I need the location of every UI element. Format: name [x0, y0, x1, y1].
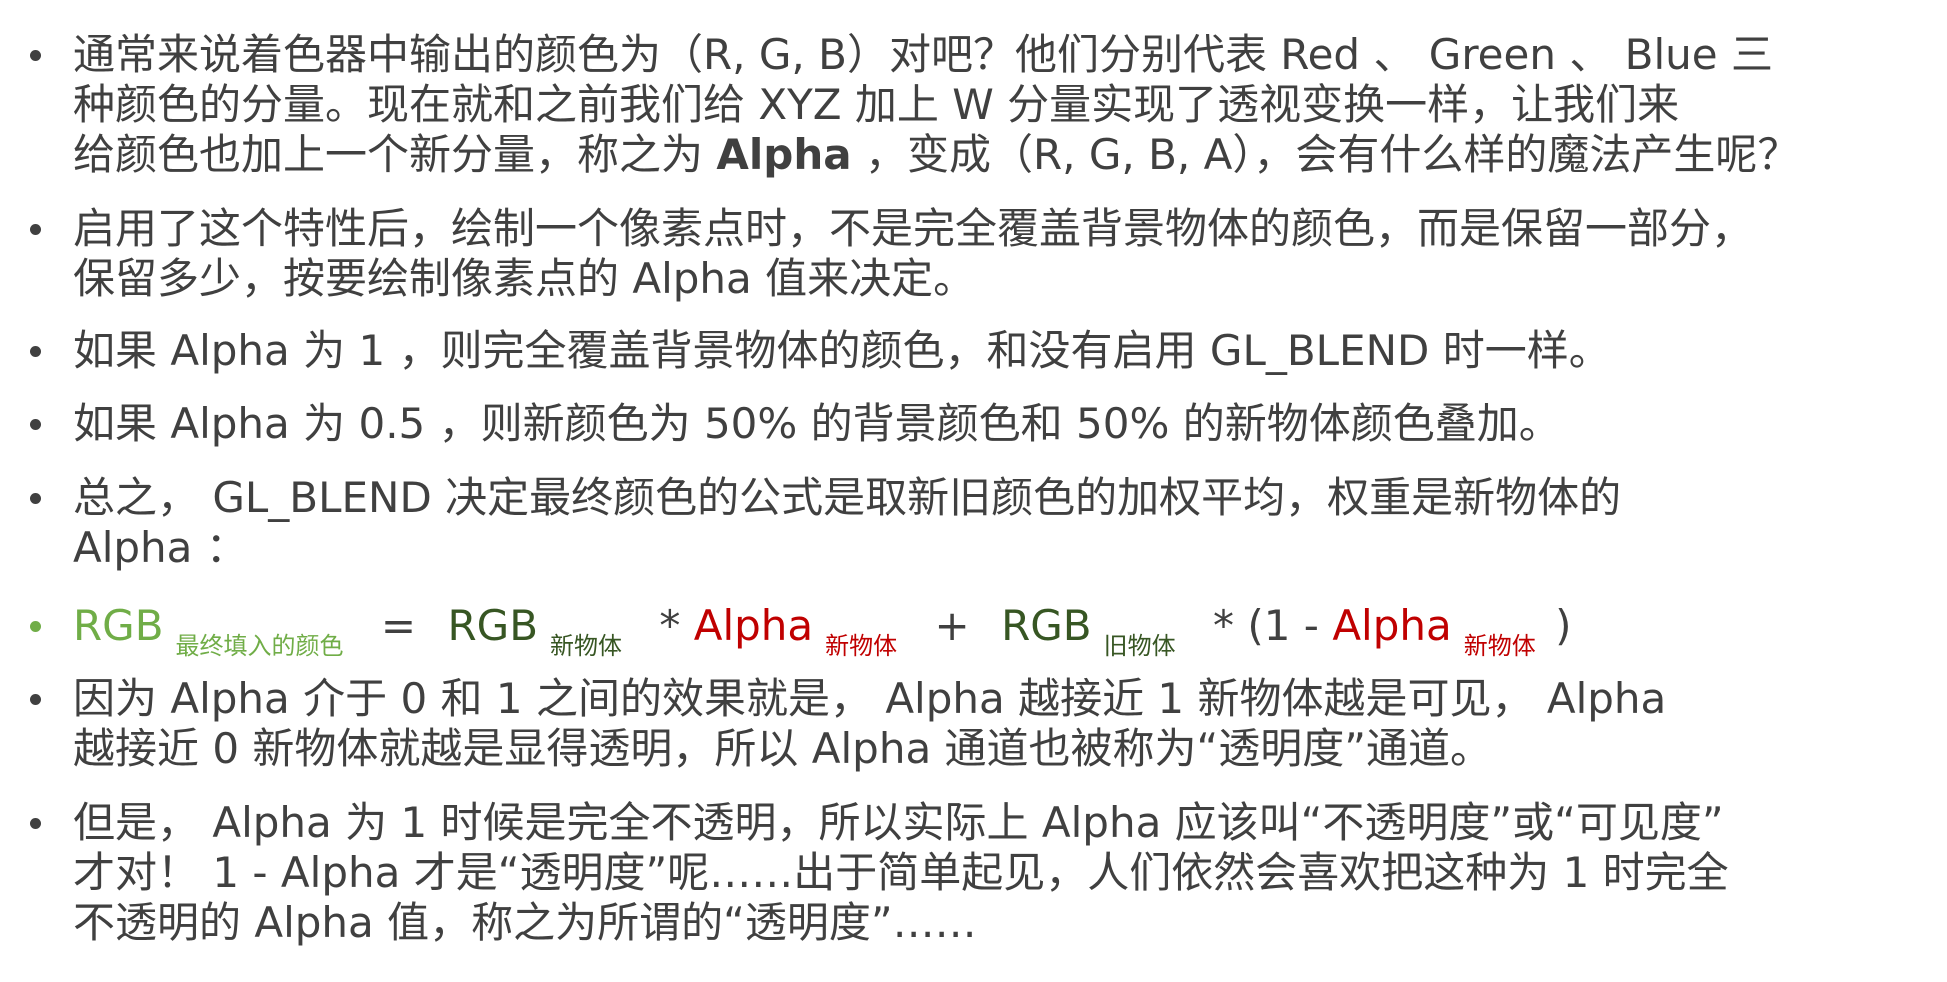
formula-equals: =	[380, 601, 417, 650]
formula-rgb-old: RGB	[1001, 601, 1092, 650]
bullet-dot-icon	[30, 224, 41, 235]
bullet-dot-icon	[30, 818, 41, 829]
formula-close-paren: )	[1555, 601, 1572, 650]
formula-sub-new: 新物体	[550, 632, 623, 660]
slide: 通常来说着色器中输出的颜色为（R, G, B）对吧？他们分别代表 Red 、 G…	[0, 0, 1947, 982]
formula-sub-final: 最终填入的颜色	[175, 632, 344, 660]
text-line: 如果 Alpha 为 1 ，则完全覆盖背景物体的颜色，和没有启用 GL_BLEN…	[73, 326, 1611, 375]
text-line: 如果 Alpha 为 0.5 ，则新颜色为 50% 的背景颜色和 50% 的新物…	[73, 399, 1561, 448]
text-line: 种颜色的分量。现在就和之前我们给 XYZ 加上 W 分量实现了透视变换一样，让我…	[73, 80, 1680, 129]
bullet-text: 启用了这个特性后，绘制一个像素点时，不是完全覆盖背景物体的颜色，而是保留一部分，…	[73, 204, 1935, 304]
text-line: 因为 Alpha 介于 0 和 1 之间的效果就是， Alpha 越接近 1 新…	[73, 674, 1667, 723]
text-line: 给颜色也加上一个新分量，称之为 Alpha ，变成（R, G, B, A），会有…	[73, 130, 1935, 180]
formula-sub-alpha-new-2: 新物体	[1463, 632, 1536, 660]
text-line: 越接近 0 新物体就越是显得透明，所以 Alpha 通道也被称为“透明度”通道。	[73, 724, 1493, 773]
text-fragment: 给颜色也加上一个新分量，称之为	[73, 130, 704, 179]
text-fragment: ，变成（R, G, B, A），会有什么样的魔法产生呢？	[864, 130, 1800, 179]
text-line: 不透明的 Alpha 值，称之为所谓的“透明度”……	[73, 898, 977, 947]
formula-plus: +	[934, 601, 970, 650]
bullet-text: 如果 Alpha 为 0.5 ，则新颜色为 50% 的背景颜色和 50% 的新物…	[73, 399, 1935, 449]
text-line: 通常来说着色器中输出的颜色为（R, G, B）对吧？他们分别代表 Red 、 G…	[73, 30, 1773, 79]
formula-rgb-new: RGB	[447, 601, 539, 650]
formula-alpha-new: Alpha	[693, 601, 814, 650]
formula-sub-old: 旧物体	[1103, 632, 1176, 660]
bullet-dot-icon	[30, 694, 41, 705]
formula-rgb-final: RGB	[73, 601, 164, 650]
bullet-dot-icon	[30, 493, 41, 504]
text-line: Alpha ：	[73, 523, 248, 572]
text-line: 总之， GL_BLEND 决定最终颜色的公式是取新旧颜色的加权平均，权重是新物体…	[73, 473, 1622, 522]
bullet-dot-icon	[30, 621, 41, 632]
bullet-dot-icon	[30, 419, 41, 430]
text-line: 但是， Alpha 为 1 时候是完全不透明，所以实际上 Alpha 应该叫“不…	[73, 798, 1724, 847]
bullet-text: 但是， Alpha 为 1 时候是完全不透明，所以实际上 Alpha 应该叫“不…	[73, 798, 1935, 948]
formula-alpha-new-2: Alpha	[1332, 601, 1452, 650]
bullet-text: 通常来说着色器中输出的颜色为（R, G, B）对吧？他们分别代表 Red 、 G…	[73, 30, 1935, 180]
formula-one-minus: * (1 -	[1212, 601, 1319, 650]
blend-formula: RGB 最终填入的颜色 = RGB 新物体 * Alpha 新物体 + RGB 旧物体 …	[73, 601, 1571, 671]
text-line: 启用了这个特性后，绘制一个像素点时，不是完全覆盖背景物体的颜色，而是保留一部分，	[73, 204, 1754, 253]
text-line: 才对！ 1 - Alpha 才是“透明度”呢……出于简单起见，人们依然会喜欢把这…	[73, 848, 1729, 897]
text-line: 保留多少，按要绘制像素点的 Alpha 值来决定。	[73, 254, 976, 303]
formula-sub-alpha-new: 新物体	[825, 632, 898, 660]
bullet-text: 如果 Alpha 为 1 ，则完全覆盖背景物体的颜色，和没有启用 GL_BLEN…	[73, 326, 1935, 376]
formula-times: *	[659, 601, 681, 650]
bullet-dot-icon	[30, 50, 41, 61]
bullet-text: 总之， GL_BLEND 决定最终颜色的公式是取新旧颜色的加权平均，权重是新物体…	[73, 473, 1935, 573]
bullet-dot-icon	[30, 346, 41, 357]
bullet-text: 因为 Alpha 介于 0 和 1 之间的效果就是， Alpha 越接近 1 新…	[73, 674, 1935, 774]
alpha-bold-term: Alpha	[716, 130, 852, 179]
